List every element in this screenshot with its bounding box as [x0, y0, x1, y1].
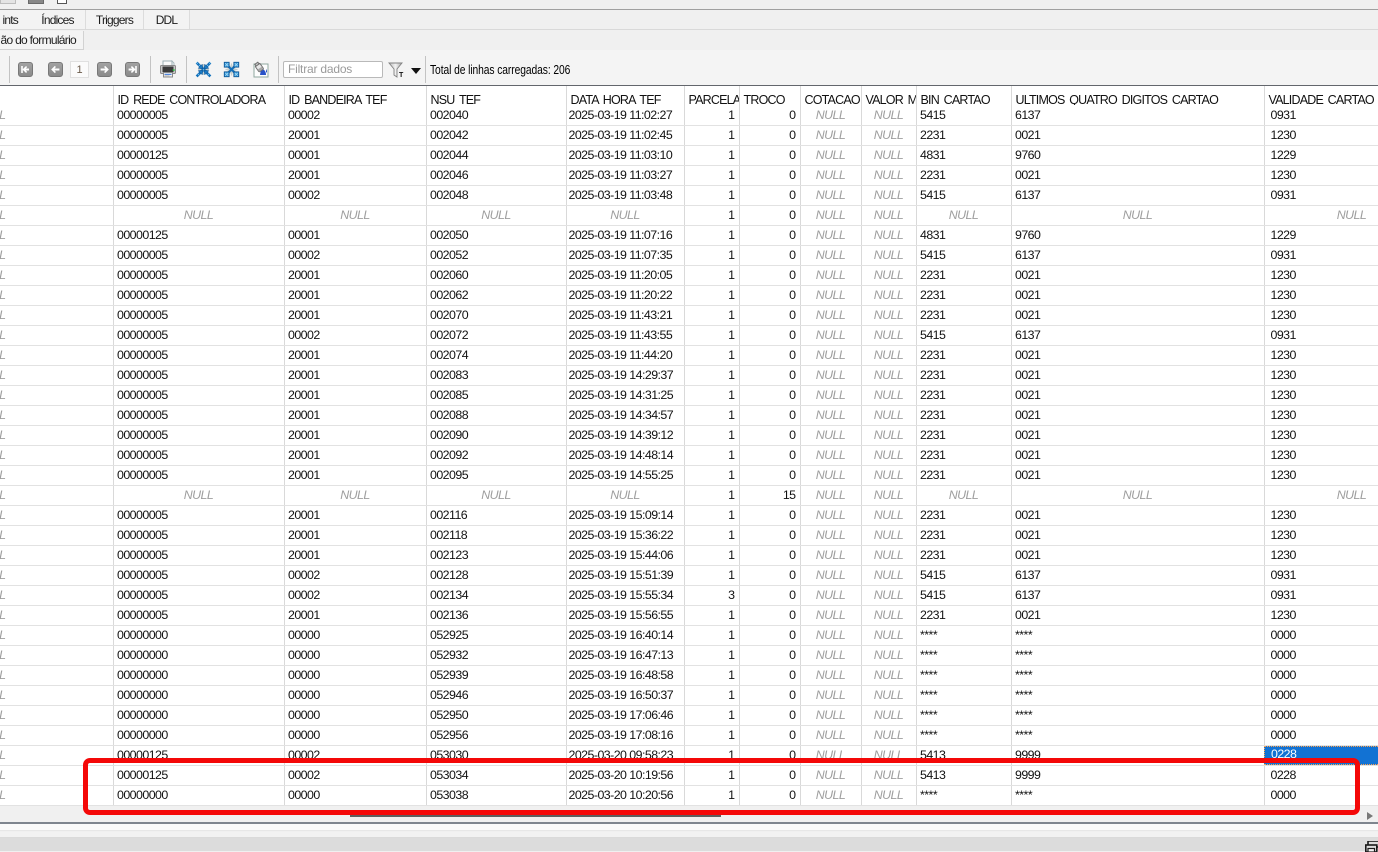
svg-text:T: T	[399, 72, 404, 78]
